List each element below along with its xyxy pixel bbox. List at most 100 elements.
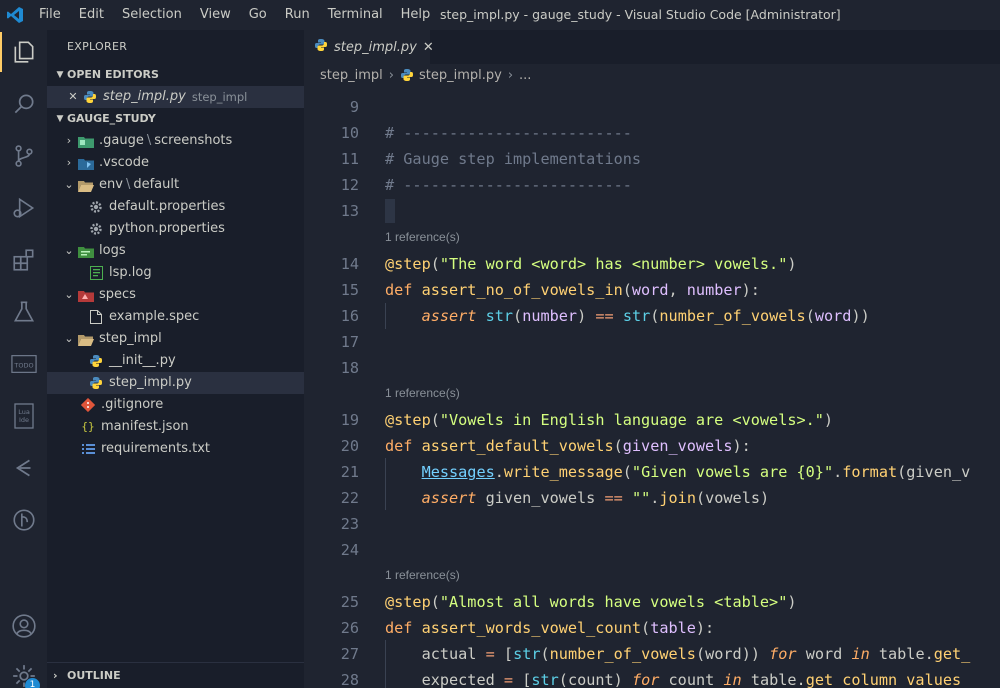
tree-item-label: requirements.txt [101,441,211,456]
arg: vowels [705,489,760,507]
line-number: 19 [340,411,359,429]
menu-selection[interactable]: Selection [113,0,191,30]
function-call: format [842,463,898,481]
folder-gauge-icon [77,133,95,149]
tree-item-example-spec[interactable]: example.spec [47,306,304,328]
code-line-20: 20 def assert_default_vowels(given_vowels… [304,433,1000,459]
tree-item-python-properties[interactable]: python.properties [47,218,304,240]
explorer-icon[interactable] [0,32,47,72]
lua-ide-icon[interactable]: Lua Ide [0,396,47,436]
todo-icon[interactable]: TODO [0,344,47,384]
close-icon[interactable]: ✕ [423,40,434,55]
project-header[interactable]: ▼ GAUGE_STUDY [47,108,304,130]
tree-item-vscode[interactable]: › .vscode [47,152,304,174]
arg: word [814,307,852,325]
function-name: assert_words_vowel_count [421,619,642,637]
open-editor-name: step_impl.py [103,89,186,104]
variable: actual [421,645,477,663]
code-line-12: 12 # ------------------------- [304,172,1000,198]
menu-edit[interactable]: Edit [70,0,113,30]
code-line-19: 19 @step("Vowels in English language are … [304,407,1000,433]
arg: number [522,307,578,325]
param: number [686,281,742,299]
tree-item-default-properties[interactable]: default.properties [47,196,304,218]
tree-item-label: step_impl [99,331,162,346]
tree-item-init-py[interactable]: __init__.py [47,350,304,372]
code-line-16: 16 assert str(number) == str(number_of_v… [304,303,1000,329]
path-separator: \ [146,133,152,148]
tree-item-label: .vscode [99,155,149,170]
svg-text:Lua: Lua [18,408,30,416]
line-number: 26 [340,619,359,637]
chevron-down-icon: ▼ [56,70,64,80]
tab-step-impl-py[interactable]: step_impl.py ✕ [304,30,434,64]
source-control-icon[interactable] [0,136,47,176]
open-editor-item[interactable]: ✕ step_impl.py step_impl [47,86,304,108]
chevron-right-icon: › [66,156,72,169]
tree-item-gauge[interactable]: › .gauge \ screenshots [47,130,304,152]
tree-item-logs[interactable]: ⌄ logs [47,240,304,262]
tree-item-specs[interactable]: ⌄ specs [47,284,304,306]
tree-item-label: .gauge [99,133,144,148]
variable: count [668,671,715,688]
breadcrumb-folder[interactable]: step_impl [320,68,383,83]
tree-item-requirements-txt[interactable]: requirements.txt [47,438,304,460]
tree-item-label: logs [99,243,126,258]
run-debug-icon[interactable] [0,188,47,228]
code-line-13: 13 [304,198,1000,224]
chevron-down-icon: ▼ [56,114,64,124]
line-number: 17 [340,333,359,351]
line-number: 23 [340,515,359,533]
codelens-references[interactable]: 1 reference(s) [385,564,460,586]
codelens-references[interactable]: 1 reference(s) [385,382,460,404]
menu-file[interactable]: File [30,0,70,30]
code-line-27: 27 actual = [str(number_of_vowels(word))… [304,641,1000,667]
tree-item-env[interactable]: ⌄ env \ default [47,174,304,196]
line-number: 20 [340,437,359,455]
codelens-references[interactable]: 1 reference(s) [385,226,460,248]
tree-item-manifest-json[interactable]: {} manifest.json [47,416,304,438]
tree-item-gitignore[interactable]: .gitignore [47,394,304,416]
outline-header[interactable]: › OUTLINE [47,662,304,688]
close-icon[interactable]: ✕ [65,86,81,108]
vscode-logo-icon [0,0,30,30]
extensions-icon[interactable] [0,240,47,280]
menu-go[interactable]: Go [240,0,276,30]
line-number: 9 [349,98,359,116]
menu-run[interactable]: Run [276,0,319,30]
code-editor[interactable]: 9 10 # ------------------------- 11 # Gaug… [304,86,1000,688]
breadcrumb-symbol[interactable]: ... [519,68,531,83]
sidebar-title: EXPLORER [67,40,128,53]
line-number: 18 [340,359,359,377]
gauge-icon[interactable] [0,448,47,488]
menu-view[interactable]: View [191,0,240,30]
settings-gear-icon[interactable]: 1 [0,656,47,688]
tree-item-lsp-log[interactable]: lsp.log [47,262,304,284]
menu-help[interactable]: Help [392,0,440,30]
settings-badge: 1 [25,678,40,688]
string: "" [631,489,651,507]
tree-item-step-impl-py[interactable]: step_impl.py [47,372,304,394]
decorator: @step [385,411,431,429]
arg: count [567,671,614,688]
breadcrumb-file[interactable]: step_impl.py [419,68,502,83]
gear-icon [87,199,105,215]
code-line-15: 15 def assert_no_of_vowels_in(word, numbe… [304,277,1000,303]
testing-flask-icon[interactable] [0,292,47,332]
string: "The word <word> has <number> vowels." [439,255,788,273]
line-number: 27 [340,645,359,663]
folder-specs-icon [77,287,95,303]
search-icon[interactable] [0,84,47,124]
menu-terminal[interactable]: Terminal [319,0,392,30]
explorer-sidebar: EXPLORER ▼ OPEN EDITORS ✕ step_impl.py s… [47,30,304,688]
window-title: step_impl.py - gauge_study - Visual Stud… [440,7,841,22]
account-icon[interactable] [0,606,47,646]
open-editors-header[interactable]: ▼ OPEN EDITORS [47,64,304,86]
git-graph-icon[interactable] [0,500,47,540]
todo-label: TODO [13,362,33,370]
arg: word [705,645,742,663]
tree-item-label: .gitignore [101,397,164,412]
tree-item-step-impl-folder[interactable]: ⌄ step_impl [47,328,304,350]
code-line-25: 25 @step("Almost all words have vowels <t… [304,589,1000,615]
tree-item-label: default.properties [109,199,226,214]
